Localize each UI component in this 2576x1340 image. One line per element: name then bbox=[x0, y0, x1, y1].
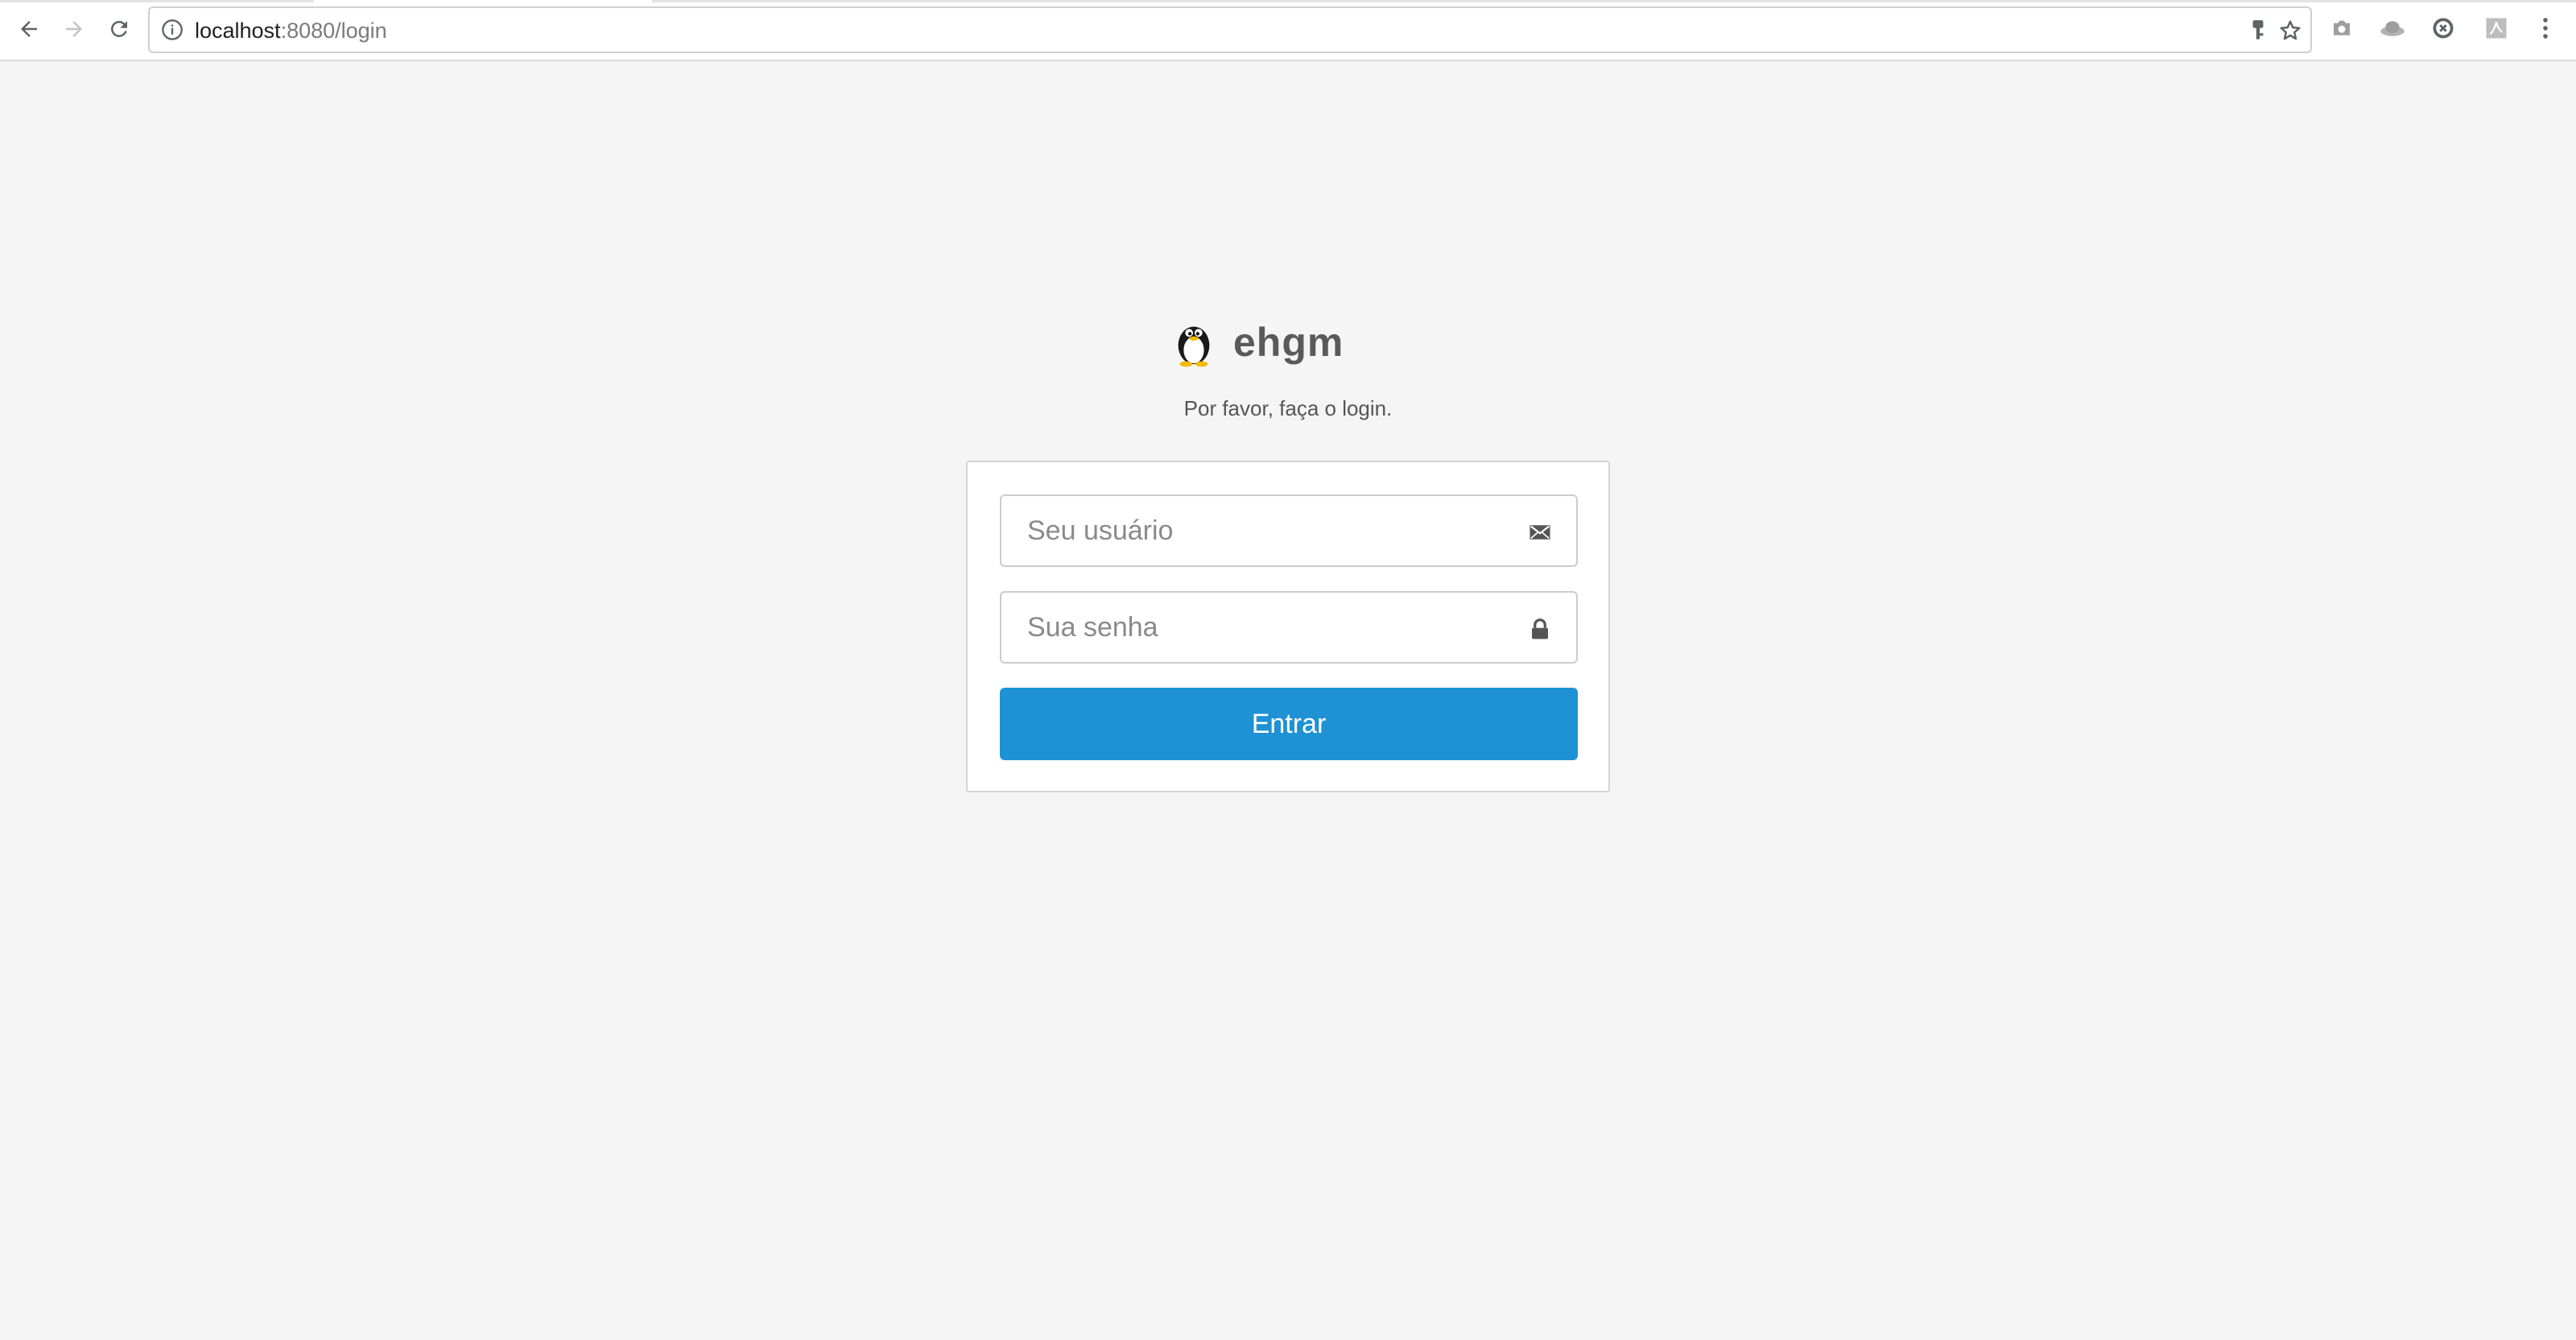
url-path: :8080/login bbox=[280, 19, 387, 43]
envelope-icon bbox=[1530, 525, 1550, 540]
lock-icon bbox=[1532, 618, 1548, 639]
key-icon[interactable] bbox=[2248, 19, 2268, 43]
login-subtitle: Por favor, faça o login. bbox=[1183, 396, 1393, 420]
sync-icon[interactable] bbox=[2431, 16, 2455, 40]
reload-button[interactable] bbox=[101, 11, 137, 47]
reload-icon bbox=[110, 20, 127, 37]
login-button[interactable]: Entrar bbox=[1000, 688, 1578, 760]
address-bar[interactable]: localhost:8080/login bbox=[148, 6, 2312, 53]
tab-strip-edge bbox=[0, 0, 314, 2]
kebab-menu-icon[interactable] bbox=[2537, 16, 2553, 40]
username-input[interactable] bbox=[1001, 496, 1576, 565]
arrow-right-icon bbox=[66, 21, 82, 37]
hat-icon[interactable] bbox=[2380, 16, 2405, 40]
browser-toolbar: localhost:8080/login bbox=[0, 0, 2576, 61]
penguin-logo bbox=[1178, 326, 1210, 367]
camera-icon[interactable] bbox=[2330, 16, 2354, 40]
star-icon[interactable] bbox=[2278, 19, 2302, 43]
forward-button[interactable] bbox=[56, 11, 92, 47]
url-host: localhost bbox=[195, 19, 281, 43]
password-field[interactable] bbox=[1000, 591, 1578, 664]
arrow-left-icon bbox=[21, 21, 37, 37]
password-input[interactable] bbox=[1001, 593, 1576, 662]
brand-name: ehgm bbox=[1233, 320, 1344, 365]
brand: ehgm bbox=[1169, 314, 1344, 370]
url-text[interactable]: localhost:8080/login bbox=[195, 18, 387, 43]
tab-strip-edge bbox=[652, 0, 2576, 2]
pdf-icon[interactable] bbox=[2484, 16, 2508, 40]
login-card: Entrar bbox=[966, 461, 1610, 792]
back-button[interactable] bbox=[11, 11, 47, 47]
username-field[interactable] bbox=[1000, 494, 1578, 567]
info-icon[interactable] bbox=[161, 19, 184, 41]
